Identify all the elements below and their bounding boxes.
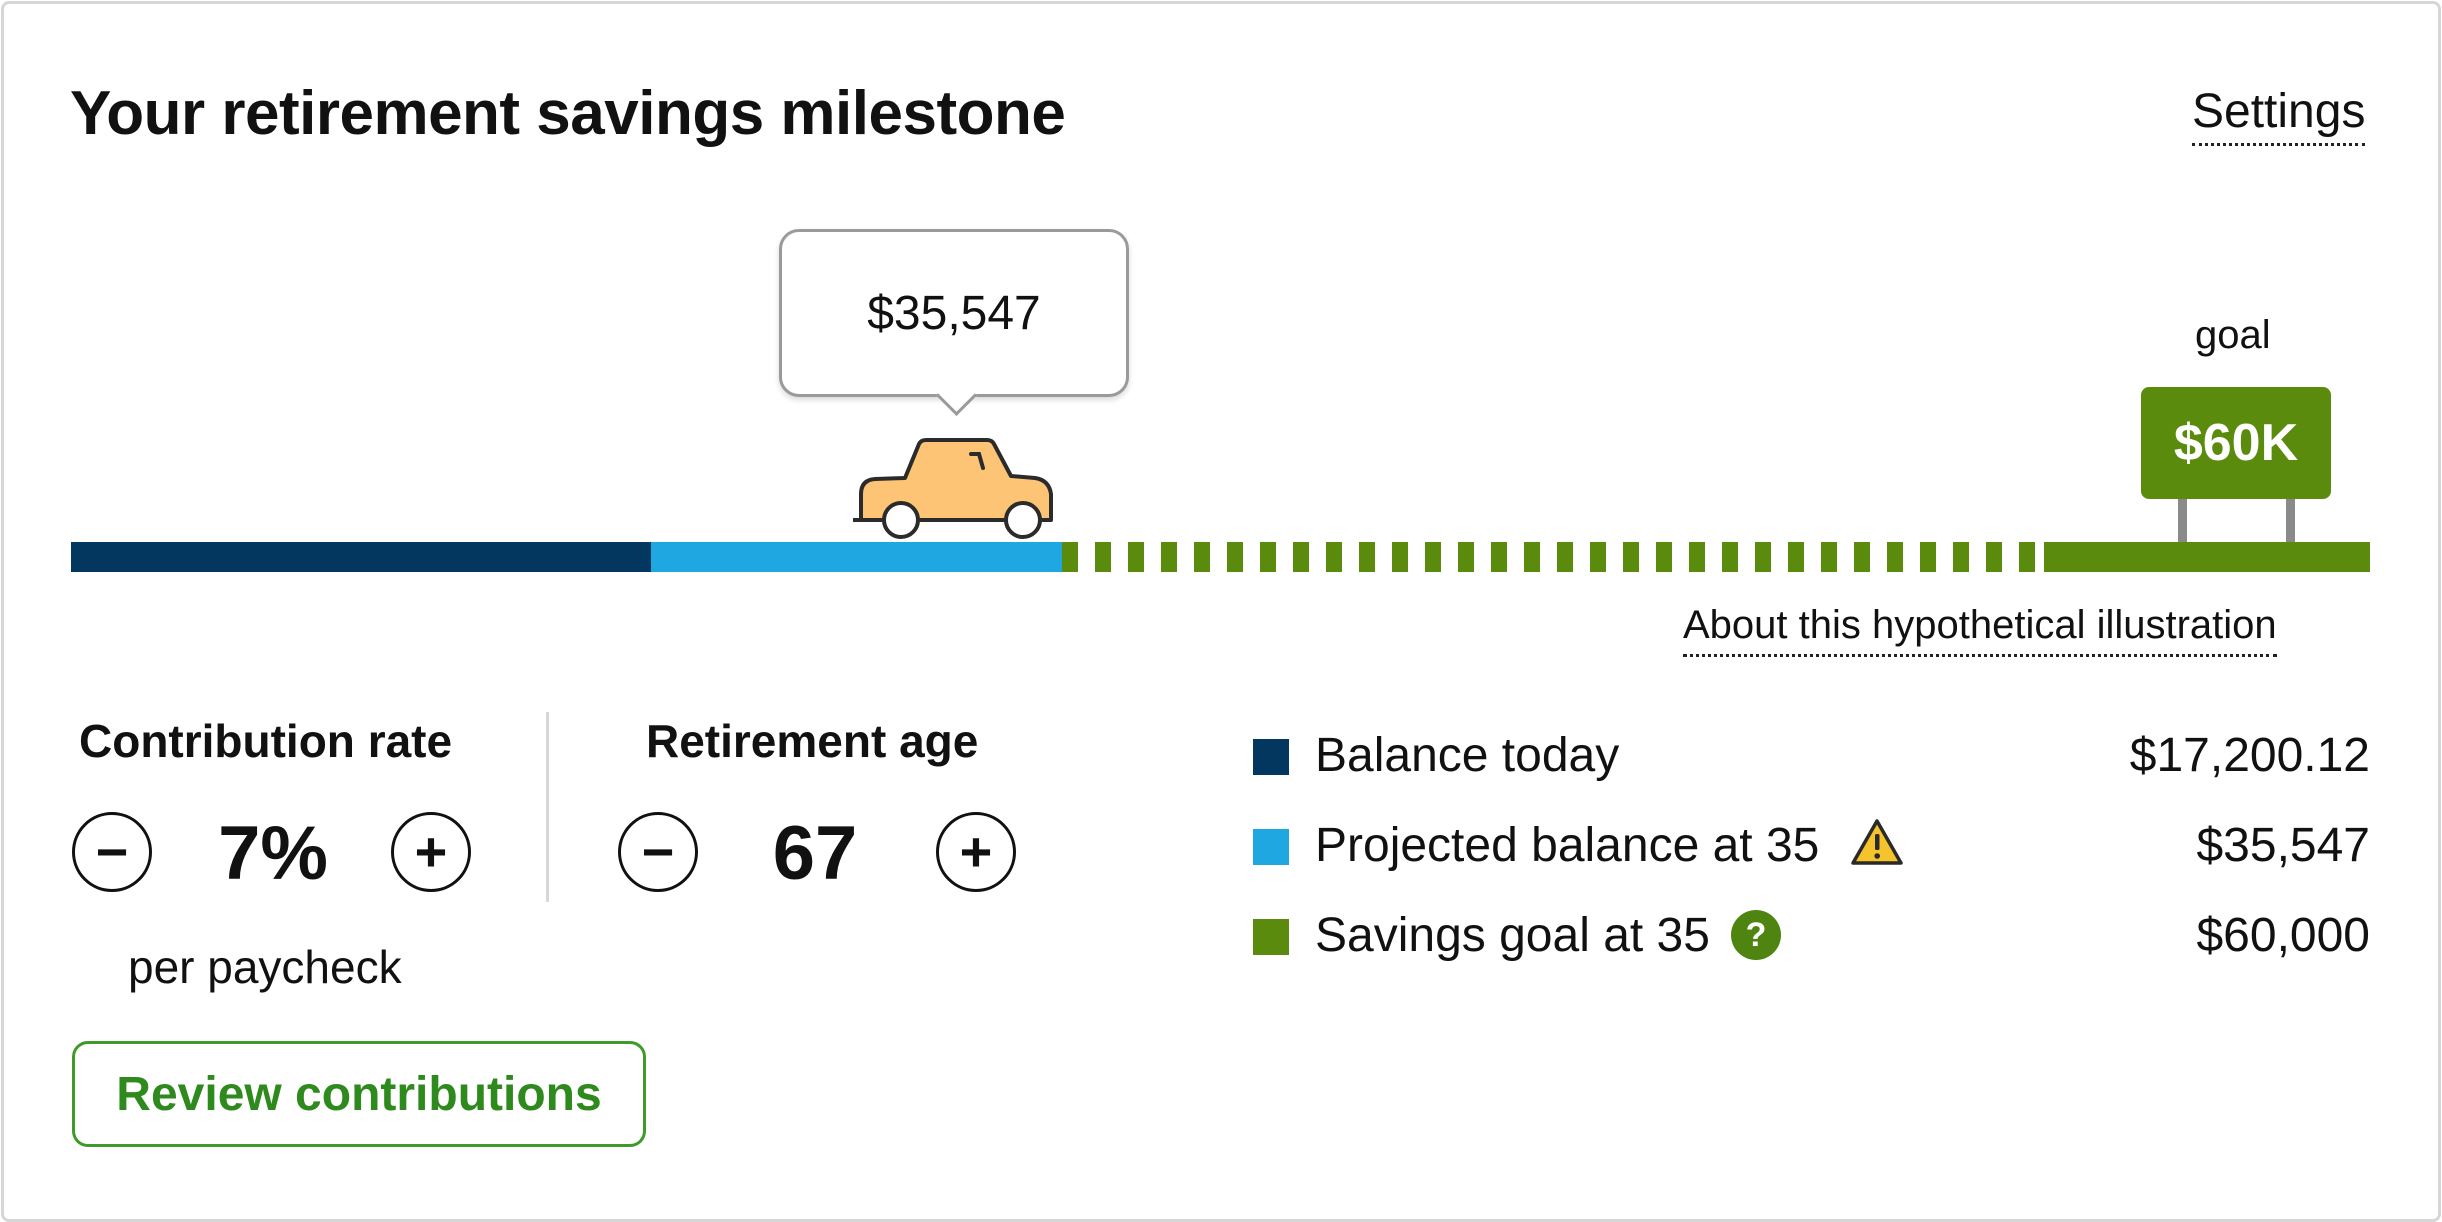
legend-value: $60,000	[2196, 909, 2370, 962]
legend-label: Balance today	[1315, 729, 1620, 782]
help-icon[interactable]: ?	[1731, 910, 1781, 960]
page-title: Your retirement savings milestone	[70, 79, 1066, 148]
about-illustration-link[interactable]: About this hypothetical illustration	[1683, 602, 2277, 657]
legend-row-projected-balance: Projected balance at 35 $35,547	[1253, 812, 2370, 882]
increase-contribution-button[interactable]: +	[391, 812, 471, 892]
controls-divider	[546, 712, 549, 902]
increase-retirement-age-button[interactable]: +	[936, 812, 1016, 892]
tooltip-value: $35,547	[867, 286, 1041, 340]
decrease-retirement-age-button[interactable]: −	[618, 812, 698, 892]
legend-value: $17,200.12	[2129, 729, 2370, 782]
legend-row-balance-today: Balance today $17,200.12	[1253, 722, 2370, 792]
contribution-rate-value: 7%	[218, 811, 328, 896]
projected-balance-swatch	[1253, 829, 1289, 865]
retirement-age-title: Retirement age	[646, 715, 979, 767]
per-paycheck-label: per paycheck	[128, 941, 402, 993]
balance-today-swatch	[1253, 739, 1289, 775]
goal-sign: $60K	[2141, 387, 2331, 499]
car-icon	[853, 438, 1053, 539]
warning-icon[interactable]	[1851, 818, 1903, 866]
savings-goal-swatch	[1253, 919, 1289, 955]
legend-row-savings-goal: Savings goal at 35 ? $60,000	[1253, 902, 2370, 972]
contribution-rate-title: Contribution rate	[79, 715, 453, 767]
retirement-age-value: 67	[772, 811, 858, 896]
review-contributions-button[interactable]: Review contributions	[72, 1041, 646, 1147]
goal-sign-post-left	[2178, 499, 2187, 542]
goal-sign-post-right	[2286, 499, 2295, 542]
goal-label: goal	[2195, 313, 2271, 357]
legend-value: $35,547	[2196, 819, 2370, 872]
legend-label: Projected balance at 35	[1315, 819, 1820, 872]
legend-label: Savings goal at 35	[1315, 909, 1710, 962]
projected-value-tooltip: $35,547	[779, 229, 1129, 397]
settings-link[interactable]: Settings	[2192, 84, 2366, 147]
decrease-contribution-button[interactable]: −	[72, 812, 152, 892]
